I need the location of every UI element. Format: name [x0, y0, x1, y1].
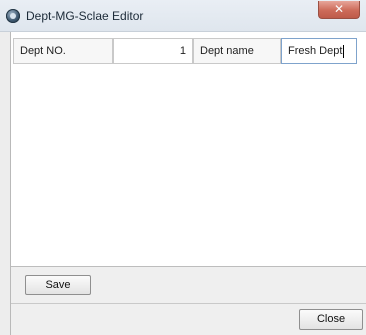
editor-content: Dept NO. 1 Dept name Fresh Dept Save Clo… [10, 32, 366, 335]
dept-name-input[interactable]: Fresh Dept [281, 38, 357, 64]
dept-name-label: Dept name [193, 38, 281, 64]
dept-no-input[interactable]: 1 [113, 38, 193, 64]
title-bar[interactable]: Dept-MG-Sclae Editor ✕ [0, 0, 366, 32]
app-logo-icon [6, 9, 20, 23]
close-icon[interactable]: ✕ [318, 1, 360, 19]
save-button[interactable]: Save [25, 275, 91, 295]
dept-name-value: Fresh Dept [288, 45, 343, 57]
button-bar: Save Close [11, 266, 366, 335]
footer-divider [11, 303, 366, 304]
dept-field-row: Dept NO. 1 Dept name Fresh Dept [11, 38, 366, 64]
close-button[interactable]: Close [299, 309, 363, 330]
text-cursor [343, 44, 345, 58]
editor-window: Dept-MG-Sclae Editor ✕ Dept NO. 1 Dept n… [0, 0, 366, 335]
dept-no-label: Dept NO. [13, 38, 113, 64]
window-title: Dept-MG-Sclae Editor [26, 9, 144, 23]
